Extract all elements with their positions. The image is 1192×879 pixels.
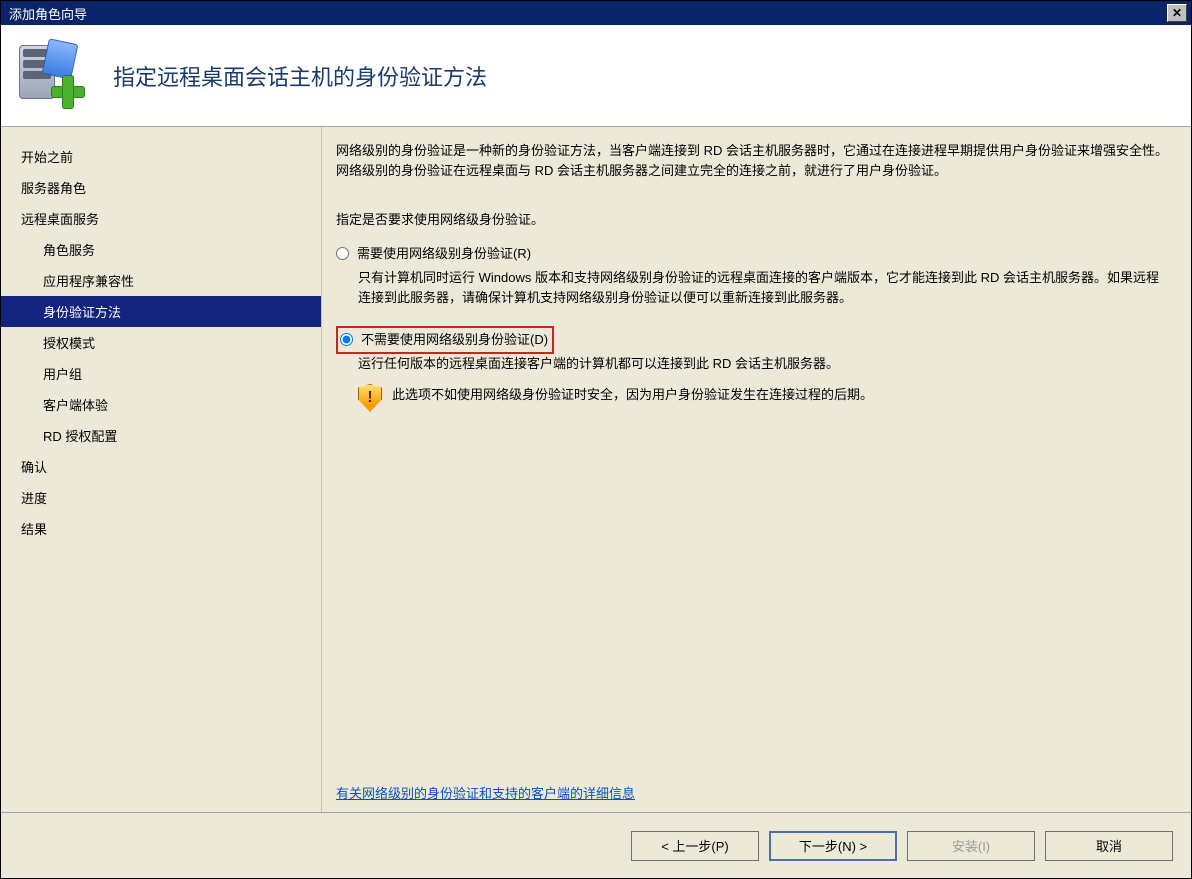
nav-before-you-begin[interactable]: 开始之前 bbox=[1, 141, 321, 172]
nav-licensing-mode[interactable]: 授权模式 bbox=[1, 327, 321, 358]
nav-server-roles[interactable]: 服务器角色 bbox=[1, 172, 321, 203]
close-button[interactable]: ✕ bbox=[1167, 4, 1187, 22]
page-title: 指定远程桌面会话主机的身份验证方法 bbox=[113, 60, 487, 92]
prompt-text: 指定是否要求使用网络级身份验证。 bbox=[336, 209, 1171, 228]
radio-require-nla[interactable] bbox=[336, 247, 349, 260]
nav-client-experience[interactable]: 客户端体验 bbox=[1, 389, 321, 420]
nav-user-groups[interactable]: 用户组 bbox=[1, 358, 321, 389]
radio-require-nla-help: 只有计算机同时运行 Windows 版本和支持网络级别身份验证的远程桌面连接的客… bbox=[358, 268, 1171, 308]
titlebar: 添加角色向导 ✕ bbox=[1, 1, 1191, 25]
more-info-link[interactable]: 有关网络级别的身份验证和支持的客户端的详细信息 bbox=[336, 783, 1171, 802]
content-panel: 网络级别的身份验证是一种新的身份验证方法，当客户端连接到 RD 会话主机服务器时… bbox=[321, 127, 1191, 812]
wizard-window: 添加角色向导 ✕ 指定远程桌面会话主机的身份验证方法 开始之前 服务器角色 远程… bbox=[0, 0, 1192, 879]
nav-rd-licensing-config[interactable]: RD 授权配置 bbox=[1, 420, 321, 451]
header: 指定远程桌面会话主机的身份验证方法 bbox=[1, 25, 1191, 127]
sidebar: 开始之前 服务器角色 远程桌面服务 角色服务 应用程序兼容性 身份验证方法 授权… bbox=[1, 127, 321, 812]
radio-no-nla[interactable] bbox=[340, 333, 353, 346]
cancel-button[interactable]: 取消 bbox=[1045, 831, 1173, 861]
radio-no-nla-label: 不需要使用网络级别身份验证(D) bbox=[361, 330, 548, 350]
warning-row: ! 此选项不如使用网络级身份验证时安全，因为用户身份验证发生在连接过程的后期。 bbox=[358, 384, 1171, 412]
radio-require-nla-row: 需要使用网络级别身份验证(R) bbox=[336, 244, 1171, 264]
nav-role-services[interactable]: 角色服务 bbox=[1, 234, 321, 265]
nav-remote-desktop-services[interactable]: 远程桌面服务 bbox=[1, 203, 321, 234]
nav-progress[interactable]: 进度 bbox=[1, 482, 321, 513]
radio-no-nla-help: 运行任何版本的远程桌面连接客户端的计算机都可以连接到此 RD 会话主机服务器。 bbox=[358, 354, 1171, 374]
shield-warning-icon: ! bbox=[358, 384, 382, 412]
radio-require-nla-label: 需要使用网络级别身份验证(R) bbox=[357, 244, 531, 264]
wizard-icon bbox=[19, 41, 89, 111]
nav-auth-method[interactable]: 身份验证方法 bbox=[1, 296, 321, 327]
next-button[interactable]: 下一步(N) > bbox=[769, 831, 897, 861]
warning-text: 此选项不如使用网络级身份验证时安全，因为用户身份验证发生在连接过程的后期。 bbox=[392, 384, 873, 403]
nav-results[interactable]: 结果 bbox=[1, 513, 321, 544]
body: 开始之前 服务器角色 远程桌面服务 角色服务 应用程序兼容性 身份验证方法 授权… bbox=[1, 127, 1191, 812]
footer: < 上一步(P) 下一步(N) > 安装(I) 取消 bbox=[1, 812, 1191, 878]
nav-confirmation[interactable]: 确认 bbox=[1, 451, 321, 482]
highlighted-option: 不需要使用网络级别身份验证(D) bbox=[336, 326, 554, 354]
previous-button[interactable]: < 上一步(P) bbox=[631, 831, 759, 861]
description-text: 网络级别的身份验证是一种新的身份验证方法，当客户端连接到 RD 会话主机服务器时… bbox=[336, 141, 1171, 181]
window-title: 添加角色向导 bbox=[9, 4, 1167, 23]
install-button[interactable]: 安装(I) bbox=[907, 831, 1035, 861]
nav-app-compatibility[interactable]: 应用程序兼容性 bbox=[1, 265, 321, 296]
